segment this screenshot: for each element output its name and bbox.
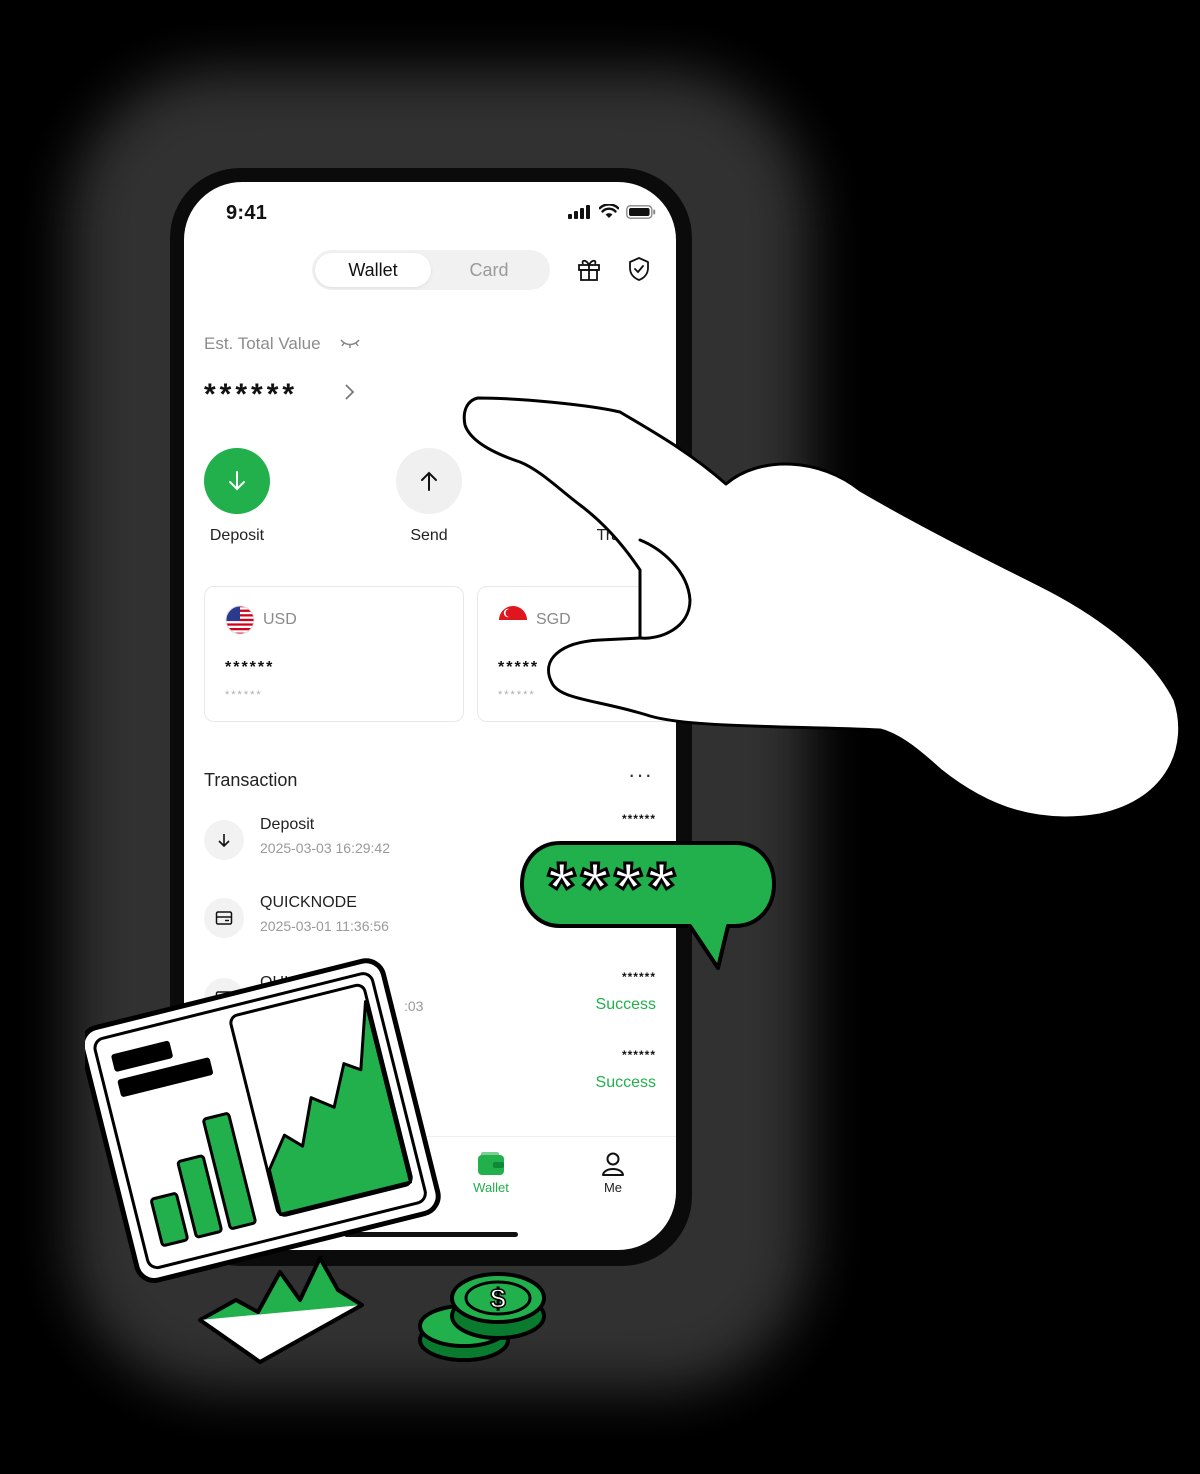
chart-tablet-illustration: [85, 958, 441, 1364]
deposit-button[interactable]: [204, 448, 270, 514]
usd-amount: ******: [225, 659, 275, 676]
deposit-action[interactable]: Deposit: [184, 448, 292, 545]
arrow-down-icon: [229, 471, 245, 491]
total-value-label: Est. Total Value: [204, 334, 321, 353]
signal-icon: [568, 204, 590, 219]
card-tx-icon: [204, 898, 244, 938]
total-value: ******: [204, 378, 299, 411]
transaction-status: Success: [595, 996, 656, 1013]
tab-wallet[interactable]: Wallet: [315, 253, 431, 287]
transaction-date: 2025-03-03 16:29:42: [260, 840, 390, 856]
status-time: 9:41: [226, 202, 268, 224]
transaction-date: 2025-03-01 11:36:56: [260, 918, 389, 934]
transaction-amount: ******: [621, 1048, 656, 1062]
deposit-tx-icon: [204, 820, 244, 860]
nav-me-label: Me: [603, 1180, 623, 1195]
wifi-icon: [599, 204, 619, 218]
status-icons: [568, 204, 656, 219]
hand-illustration: [462, 396, 1182, 820]
usd-sub-amount: ******: [225, 689, 263, 701]
dollar-icon: $: [490, 1283, 506, 1314]
coins-illustration: $: [418, 1272, 546, 1362]
us-flag-icon: [225, 605, 255, 635]
gift-icon[interactable]: [576, 256, 602, 282]
nav-wallet[interactable]: Wallet: [451, 1151, 531, 1195]
usd-code: USD: [263, 611, 297, 628]
shield-icon[interactable]: [626, 256, 652, 282]
tab-card[interactable]: Card: [431, 253, 547, 287]
transaction-name: QUICKNODE: [260, 894, 357, 911]
wallet-icon: [478, 1152, 504, 1175]
usd-card[interactable]: USD ****** ******: [204, 586, 464, 722]
deposit-label: Deposit: [209, 527, 265, 544]
nav-wallet-label: Wallet: [473, 1180, 509, 1195]
transaction-status: Success: [595, 1074, 656, 1091]
arrow-up-icon: [421, 471, 437, 491]
chevron-right-icon[interactable]: [344, 382, 356, 402]
transaction-title: Transaction: [204, 770, 298, 790]
user-icon: [602, 1152, 624, 1176]
wallet-card-toggle: Wallet Card: [312, 250, 550, 290]
nav-me[interactable]: Me: [573, 1151, 653, 1195]
bubble-stars: ****: [547, 848, 681, 926]
transaction-name: Deposit: [260, 816, 315, 833]
hidden-eye-icon[interactable]: [340, 336, 360, 350]
battery-icon: [626, 204, 656, 219]
